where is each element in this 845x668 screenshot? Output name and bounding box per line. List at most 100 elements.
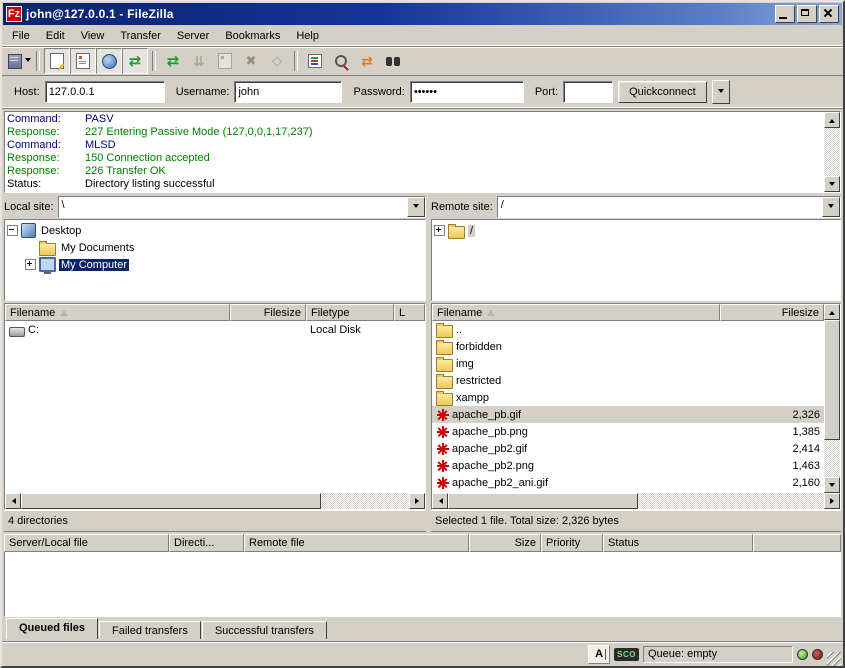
arrow-up-icon <box>829 116 835 123</box>
username-label: Username: <box>176 86 230 98</box>
remote-row[interactable]: apache_pb.png 1,385 <box>432 423 824 440</box>
local-site-dropdown-button[interactable] <box>407 197 425 217</box>
column-spacer <box>753 534 841 552</box>
tab-failed-transfers[interactable]: Failed transfers <box>99 621 201 639</box>
queue-body[interactable] <box>4 552 841 617</box>
tab-successful-transfers[interactable]: Successful transfers <box>202 621 327 639</box>
log-scrollbar[interactable] <box>824 112 840 192</box>
quickconnect-button[interactable]: Quickconnect <box>618 81 707 103</box>
password-input[interactable] <box>410 81 524 103</box>
remote-list-header: Filename Filesize <box>432 304 824 321</box>
scroll-right-button[interactable] <box>824 493 840 509</box>
scrollbar-thumb[interactable] <box>21 493 321 509</box>
scroll-down-button[interactable] <box>824 477 840 493</box>
scroll-right-button[interactable] <box>409 493 425 509</box>
toggle-local-tree-button[interactable] <box>70 48 96 74</box>
cancel-operation-button[interactable] <box>212 48 238 74</box>
send-indicator-led <box>812 649 823 660</box>
remote-row[interactable]: apache_pb2.png 1,463 <box>432 457 824 474</box>
column-filesize[interactable]: Filesize <box>720 304 824 321</box>
menu-transfer[interactable]: Transfer <box>112 28 169 44</box>
title-bar[interactable]: Fz john@127.0.0.1 - FileZilla <box>3 3 842 25</box>
menu-edit[interactable]: Edit <box>38 28 73 44</box>
scroll-up-button[interactable] <box>824 304 840 320</box>
column-status[interactable]: Status <box>603 534 753 552</box>
toggle-remote-tree-button[interactable] <box>96 48 122 74</box>
host-input[interactable] <box>45 81 165 103</box>
menu-file[interactable]: File <box>4 28 38 44</box>
tree-item-desktop[interactable]: Desktop <box>7 222 423 239</box>
menu-bookmarks[interactable]: Bookmarks <box>217 28 288 44</box>
column-filetype[interactable]: Filetype <box>306 304 394 321</box>
scrollbar-thumb[interactable] <box>824 320 840 440</box>
local-rows: C: Local Disk <box>5 321 425 493</box>
filter-button[interactable] <box>302 48 328 74</box>
tree-item-my-documents[interactable]: My Documents <box>25 239 423 256</box>
quickconnect-dropdown-button[interactable] <box>712 80 730 104</box>
tab-queued-files[interactable]: Queued files <box>6 618 98 639</box>
column-filesize[interactable]: Filesize <box>230 304 306 321</box>
local-hscrollbar[interactable] <box>5 493 425 509</box>
tree-item-root[interactable]: / <box>434 222 838 239</box>
remote-site-dropdown-button[interactable] <box>822 197 840 217</box>
compare-icon <box>335 55 347 67</box>
collapse-icon[interactable] <box>7 225 18 236</box>
remote-row[interactable]: forbidden <box>432 338 824 355</box>
my-documents-icon <box>39 243 56 256</box>
username-input[interactable] <box>234 81 342 103</box>
toggle-message-log-button[interactable] <box>44 48 70 74</box>
close-button[interactable] <box>819 5 839 23</box>
scrollbar-thumb[interactable] <box>448 493 638 509</box>
column-last-modified[interactable]: L <box>394 304 425 321</box>
remote-status-text: Selected 1 file. Total size: 2,326 bytes <box>431 510 841 531</box>
tree-item-my-computer[interactable]: My Computer <box>25 256 423 273</box>
image-file-icon <box>436 476 449 489</box>
resize-grip[interactable] <box>827 652 841 666</box>
column-direction[interactable]: Directi... <box>169 534 244 552</box>
remote-row[interactable]: img <box>432 355 824 372</box>
sync-browsing-button[interactable]: ⇄ <box>354 48 380 74</box>
remote-site-combobox[interactable]: / <box>497 196 841 218</box>
refresh-button[interactable]: ⇄ <box>160 48 186 74</box>
column-filename[interactable]: Filename <box>5 304 230 321</box>
remote-vscrollbar[interactable] <box>824 304 840 493</box>
column-server-local-file[interactable]: Server/Local file <box>4 534 169 552</box>
column-priority[interactable]: Priority <box>541 534 603 552</box>
minimize-button[interactable] <box>775 5 795 23</box>
scroll-left-button[interactable] <box>432 493 448 509</box>
local-site-combobox[interactable]: \ <box>58 196 426 218</box>
maximize-button[interactable] <box>797 5 817 23</box>
process-queue-button[interactable]: ⇊ <box>186 48 212 74</box>
remote-row[interactable]: xampp <box>432 389 824 406</box>
port-label: Port: <box>535 86 558 98</box>
column-size[interactable]: Size <box>469 534 541 552</box>
column-remote-file[interactable]: Remote file <box>244 534 469 552</box>
site-manager-button[interactable] <box>6 48 32 74</box>
remote-row-selected[interactable]: apache_pb.gif 2,326 <box>432 406 824 423</box>
column-filename[interactable]: Filename <box>432 304 720 321</box>
remote-row[interactable]: apache_pb2.gif 2,414 <box>432 440 824 457</box>
remote-hscrollbar[interactable] <box>432 493 840 509</box>
arrow-left-icon <box>9 498 16 504</box>
local-row-c-drive[interactable]: C: Local Disk <box>5 321 425 338</box>
port-input[interactable] <box>563 81 613 103</box>
scroll-down-button[interactable] <box>824 176 840 192</box>
menu-view[interactable]: View <box>73 28 113 44</box>
remote-row[interactable]: apache_pb2_ani.gif 2,160 <box>432 474 824 491</box>
expand-icon[interactable] <box>25 259 36 270</box>
compare-button[interactable] <box>328 48 354 74</box>
menu-help[interactable]: Help <box>288 28 327 44</box>
search-button[interactable] <box>380 48 406 74</box>
disconnect-button[interactable]: ✖ <box>238 48 264 74</box>
remote-row[interactable]: restricted <box>432 372 824 389</box>
toggle-queue-button[interactable]: ⇄ <box>122 48 148 74</box>
folder-icon <box>448 226 465 239</box>
remote-row[interactable]: .. <box>432 321 824 338</box>
image-file-icon <box>436 442 449 455</box>
scroll-up-button[interactable] <box>824 112 840 128</box>
menu-server[interactable]: Server <box>169 28 217 44</box>
scroll-left-button[interactable] <box>5 493 21 509</box>
reconnect-button[interactable]: ◇ <box>264 48 290 74</box>
remote-site-label: Remote site: <box>431 201 493 213</box>
expand-icon[interactable] <box>434 225 445 236</box>
